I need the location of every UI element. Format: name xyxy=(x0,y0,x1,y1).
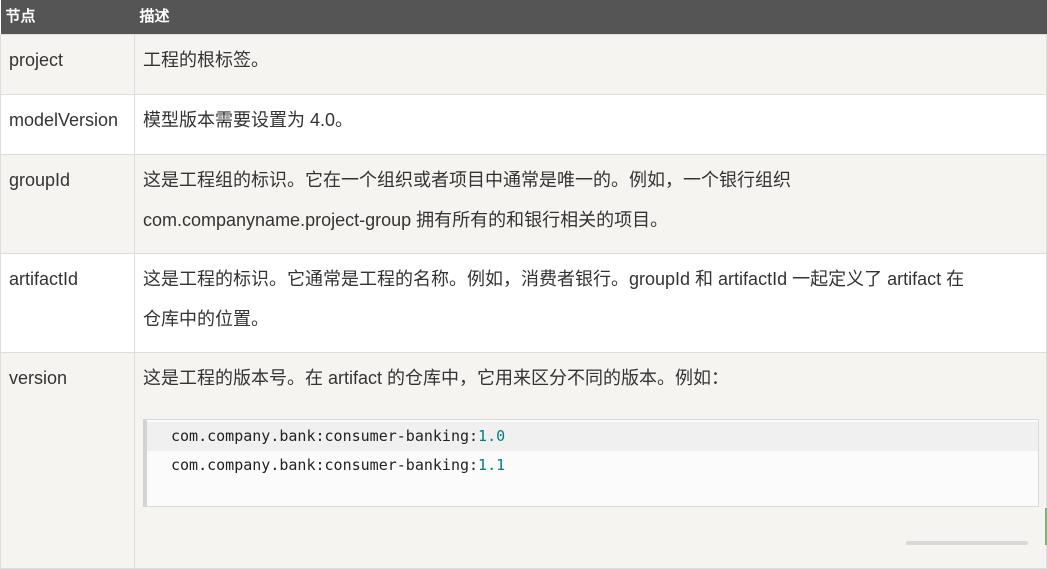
node-description: 模型版本需要设置为 4.0。 xyxy=(143,110,354,130)
header-description: 描述 xyxy=(134,0,1047,35)
table-row: version 这是工程的版本号。在 artifact 的仓库中，它用来区分不同… xyxy=(0,352,1047,569)
header-node: 节点 xyxy=(0,0,135,35)
code-text: com.company.bank:consumer-banking: xyxy=(171,427,479,445)
horizontal-scrollbar[interactable] xyxy=(906,541,1028,545)
code-line: com.company.bank:consumer-banking:1.0 xyxy=(147,422,1038,451)
node-description-line2: 仓库中的位置。 xyxy=(143,309,269,329)
code-version-number: 1.1 xyxy=(478,456,506,474)
node-description-line2: com.companyname.project-group 拥有所有的和银行相关… xyxy=(143,210,669,230)
node-name: groupId xyxy=(9,170,71,190)
table-row: groupId 这是工程组的标识。它在一个组织或者项目中通常是唯一的。例如，一个… xyxy=(0,154,1047,254)
node-name: modelVersion xyxy=(9,110,119,130)
table-row: modelVersion 模型版本需要设置为 4.0。 xyxy=(0,94,1047,155)
node-description-line1: 这是工程组的标识。它在一个组织或者项目中通常是唯一的。例如，一个银行组织 xyxy=(143,170,791,190)
node-name: project xyxy=(9,50,64,70)
table-header-row: 节点 描述 xyxy=(0,0,1047,35)
node-description: 工程的根标签。 xyxy=(143,50,269,70)
code-block: com.company.bank:consumer-banking:1.0 co… xyxy=(143,419,1039,507)
code-text: com.company.bank:consumer-banking: xyxy=(171,456,479,474)
node-name: version xyxy=(9,368,68,388)
node-description-line1: 这是工程的标识。它通常是工程的名称。例如，消费者银行。groupId 和 art… xyxy=(143,269,965,289)
code-line: com.company.bank:consumer-banking:1.1 xyxy=(147,451,1038,480)
table-row: artifactId 这是工程的标识。它通常是工程的名称。例如，消费者银行。gr… xyxy=(0,253,1047,353)
node-description: 这是工程的版本号。在 artifact 的仓库中，它用来区分不同的版本。例如： xyxy=(143,368,730,388)
code-version-number: 1.0 xyxy=(478,427,506,445)
table-row: project 工程的根标签。 xyxy=(0,34,1047,95)
node-name: artifactId xyxy=(9,269,79,289)
pom-nodes-table: 节点 描述 project 工程的根标签。 modelVersion 模型版本需… xyxy=(0,0,1047,569)
